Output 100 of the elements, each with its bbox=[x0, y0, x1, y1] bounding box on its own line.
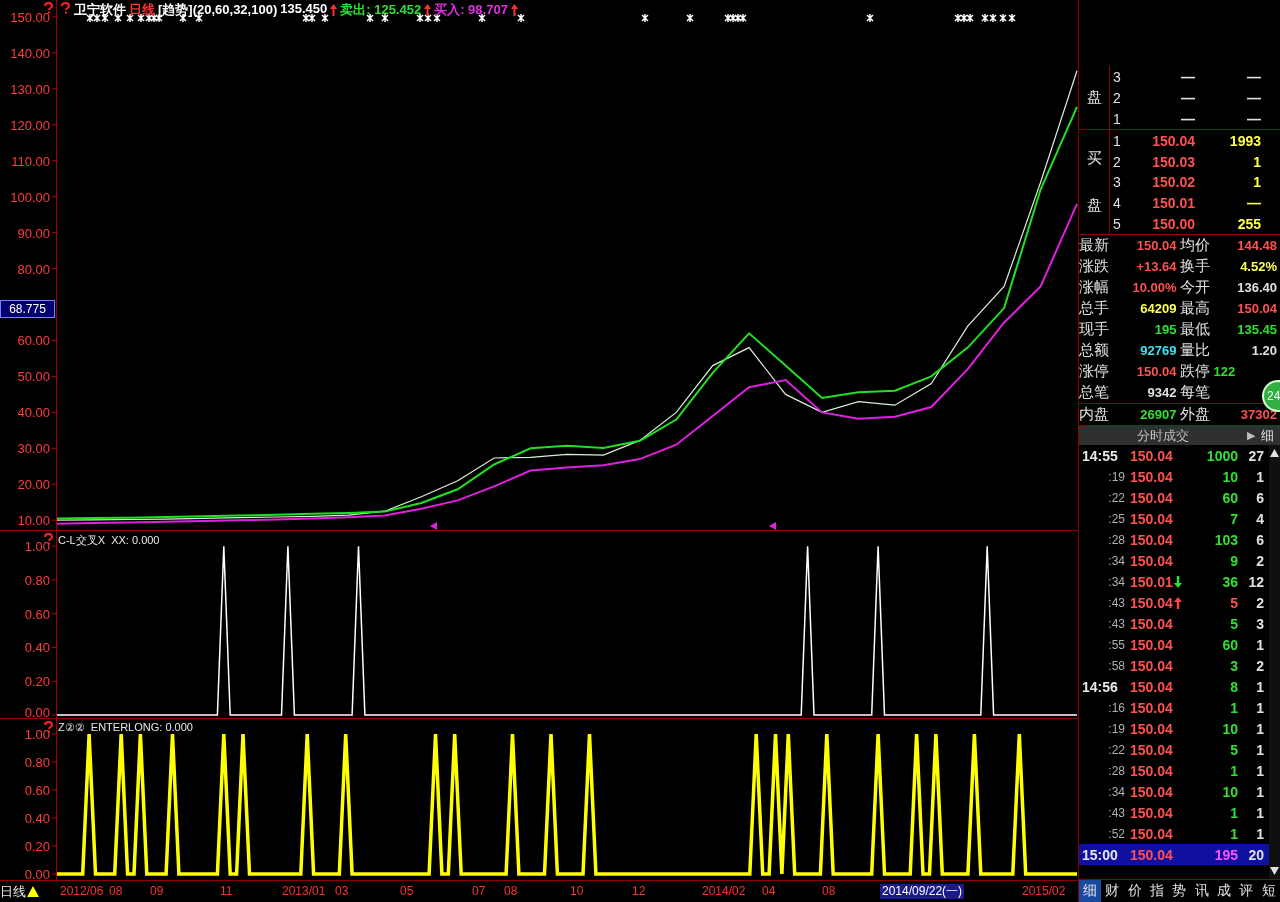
stat-label: 现手 bbox=[1079, 320, 1109, 340]
trade-count: 3 bbox=[1255, 615, 1264, 632]
trade-row[interactable]: 14:55 150.04 1000 27 bbox=[1079, 445, 1269, 467]
trade-price: 150.04 bbox=[1130, 615, 1173, 632]
trade-time: :55 bbox=[1107, 637, 1125, 652]
trade-row[interactable]: :43 150.04 5 2 bbox=[1079, 592, 1269, 614]
panel-tab[interactable]: 成 bbox=[1212, 880, 1236, 902]
stat-value: 1.20 bbox=[1251, 343, 1277, 359]
scrollbar[interactable] bbox=[1269, 445, 1280, 880]
panel-tab[interactable]: 讯 bbox=[1190, 880, 1213, 902]
help-icon[interactable] bbox=[44, 2, 53, 14]
trade-time: :34 bbox=[1107, 574, 1125, 589]
panel-tab[interactable]: 价 bbox=[1123, 880, 1146, 902]
trade-row[interactable]: :52 150.04 1 1 bbox=[1079, 823, 1269, 845]
trade-volume: 5 bbox=[1229, 741, 1238, 758]
stat-value: 122 bbox=[1213, 364, 1236, 380]
trade-row[interactable]: :22 150.04 5 1 bbox=[1079, 739, 1269, 761]
stat-value: 135.45 bbox=[1237, 322, 1277, 338]
trade-count: 6 bbox=[1255, 489, 1264, 506]
trade-row[interactable]: :34 150.01 36 12 bbox=[1079, 571, 1269, 593]
axis-label: 110.00 bbox=[11, 153, 50, 169]
trade-time: :19 bbox=[1107, 721, 1125, 736]
stat-label: 今开 bbox=[1179, 278, 1210, 298]
panel-tab[interactable]: 短 bbox=[1257, 880, 1280, 902]
axis-label: 0.80 bbox=[24, 755, 50, 770]
trade-price: 150.04 bbox=[1130, 741, 1173, 758]
legend-text: 135.450 bbox=[280, 1, 328, 18]
trade-time: 15:00 bbox=[1081, 846, 1119, 863]
axis-label: 1.00 bbox=[24, 727, 50, 742]
panel-tab[interactable]: 细 bbox=[1079, 880, 1102, 902]
stat-label: 每笔 bbox=[1179, 383, 1210, 403]
scroll-down-icon[interactable] bbox=[1270, 867, 1279, 876]
triangle-icon[interactable] bbox=[27, 886, 39, 897]
axis-label: 1.00 bbox=[24, 539, 50, 555]
panel-tab[interactable]: 评 bbox=[1235, 880, 1258, 902]
axis-label: 130.00 bbox=[10, 81, 50, 97]
trade-row[interactable]: :28 150.04 103 6 bbox=[1079, 529, 1269, 551]
date-label: 05 bbox=[399, 884, 415, 899]
trade-row[interactable]: :19 150.04 10 1 bbox=[1079, 466, 1269, 488]
panel-tab[interactable]: 指 bbox=[1146, 880, 1169, 902]
indicator-legend: C-L交叉X XX: 0.000 bbox=[58, 533, 160, 548]
play-icon[interactable]: ▶ bbox=[1247, 429, 1255, 443]
order-volume: — bbox=[1246, 195, 1261, 212]
trade-count: 1 bbox=[1255, 783, 1264, 800]
rank-number: 1 bbox=[1112, 132, 1122, 149]
trade-row[interactable]: 14:56 150.04 8 1 bbox=[1079, 676, 1269, 698]
period-label[interactable]: 日线 bbox=[0, 882, 26, 901]
trade-volume: 1000 bbox=[1205, 447, 1238, 464]
side-label: 盘 bbox=[1086, 88, 1102, 108]
panel-tab[interactable]: 财 bbox=[1101, 880, 1124, 902]
axis-label: 80.00 bbox=[17, 261, 50, 277]
trade-volume: 5 bbox=[1229, 615, 1238, 632]
trade-row[interactable]: :16 150.04 1 1 bbox=[1079, 697, 1269, 719]
trade-row[interactable]: :34 150.04 9 2 bbox=[1079, 550, 1269, 572]
trade-row[interactable]: :58 150.04 3 2 bbox=[1079, 655, 1269, 677]
trade-volume: 1 bbox=[1229, 762, 1238, 779]
trade-count: 2 bbox=[1255, 657, 1264, 674]
trade-time: 14:55 bbox=[1081, 447, 1119, 464]
scroll-up-icon[interactable] bbox=[1270, 449, 1279, 458]
order-price: 150.04 bbox=[1151, 132, 1195, 149]
axis-label: 140.00 bbox=[10, 45, 50, 61]
stat-label: 内盘 bbox=[1079, 405, 1109, 425]
trade-row[interactable]: :34 150.04 10 1 bbox=[1079, 781, 1269, 803]
axis-label: 50.00 bbox=[17, 369, 50, 385]
trade-row[interactable]: :55 150.04 60 1 bbox=[1079, 634, 1269, 656]
rank-number: 2 bbox=[1112, 89, 1122, 106]
stat-value: 4.52% bbox=[1240, 259, 1277, 275]
trade-row[interactable]: :43 150.04 5 3 bbox=[1079, 613, 1269, 635]
axis-label: 30.00 bbox=[17, 441, 50, 457]
trade-time: :19 bbox=[1107, 469, 1125, 484]
detail-button[interactable]: 细 bbox=[1261, 426, 1274, 445]
trade-volume: 9 bbox=[1229, 552, 1238, 569]
trade-count: 1 bbox=[1255, 762, 1264, 779]
date-label: 2014/09/22(一) bbox=[880, 884, 965, 899]
stat-label: 量比 bbox=[1179, 341, 1210, 361]
trade-count: 20 bbox=[1247, 846, 1264, 863]
indicator-legend: Z②② ENTERLONG: 0.000 bbox=[58, 721, 193, 734]
trade-volume: 103 bbox=[1213, 531, 1238, 548]
help-icon[interactable] bbox=[61, 2, 70, 14]
trade-row[interactable]: :22 150.04 60 6 bbox=[1079, 487, 1269, 509]
trade-price: 150.04 bbox=[1130, 678, 1173, 695]
axis-label: 100.00 bbox=[10, 189, 50, 205]
panel-tab[interactable]: 势 bbox=[1168, 880, 1191, 902]
date-label: 09 bbox=[149, 884, 165, 899]
axis-label: 0.20 bbox=[24, 839, 50, 854]
stat-label: 最高 bbox=[1179, 299, 1210, 319]
trade-row[interactable]: 15:00 150.04 195 20 bbox=[1079, 844, 1269, 866]
legend-text: 日线 bbox=[129, 1, 155, 19]
trade-volume: 10 bbox=[1221, 468, 1238, 485]
trade-price: 150.04 bbox=[1130, 552, 1173, 569]
trade-row[interactable]: :19 150.04 10 1 bbox=[1079, 718, 1269, 740]
date-label: 07 bbox=[471, 884, 487, 899]
date-label: 2013/01 bbox=[281, 884, 327, 899]
stat-value: 64209 bbox=[1140, 301, 1177, 317]
trade-row[interactable]: :28 150.04 1 1 bbox=[1079, 760, 1269, 782]
stat-label: 均价 bbox=[1179, 236, 1210, 256]
trade-row[interactable]: :43 150.04 1 1 bbox=[1079, 802, 1269, 824]
date-label: 2015/02 bbox=[1021, 884, 1067, 899]
trade-row[interactable]: :25 150.04 7 4 bbox=[1079, 508, 1269, 530]
trade-time: :22 bbox=[1107, 742, 1125, 757]
